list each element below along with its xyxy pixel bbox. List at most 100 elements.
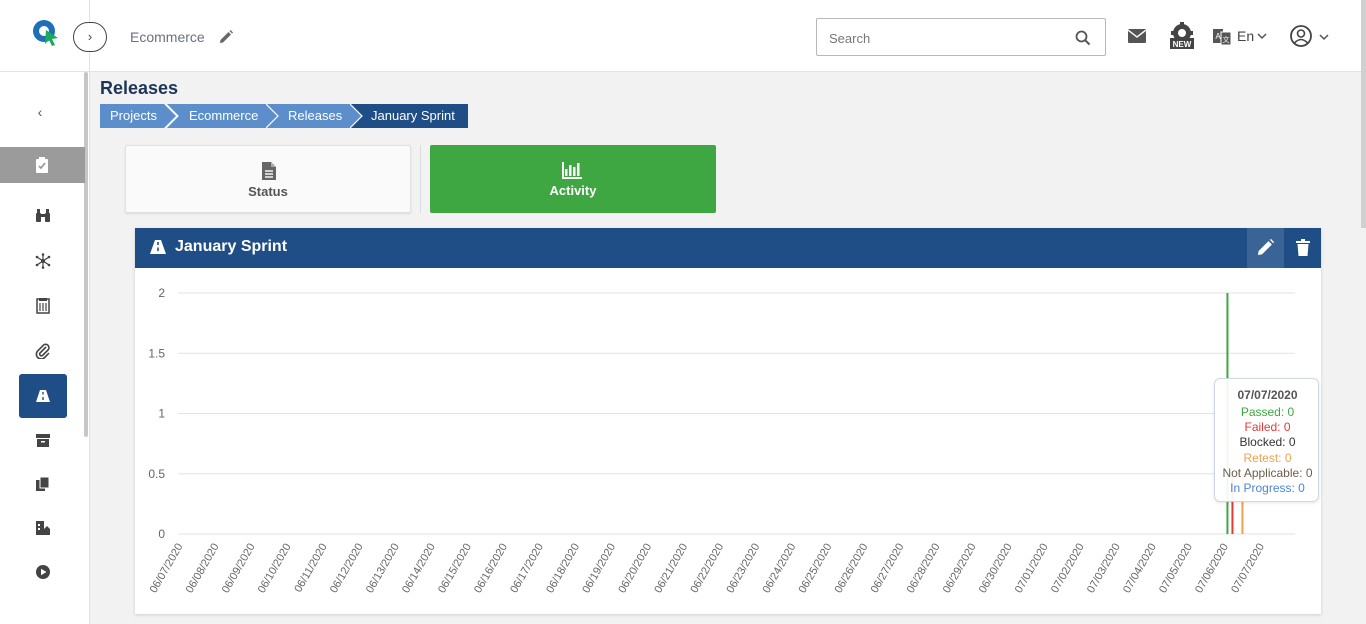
tooltip-passed: Passed: 0 <box>1240 405 1295 419</box>
x-tick-label: 06/20/2020 <box>616 542 654 596</box>
chevron-down-icon[interactable] <box>1257 32 1267 40</box>
sidebar-scrollbar[interactable] <box>84 72 88 437</box>
x-tick-label: 06/24/2020 <box>761 542 799 596</box>
play-circle-icon <box>36 565 50 579</box>
sidebar-item-explore[interactable] <box>19 196 67 236</box>
y-tick-label: 2 <box>158 286 165 300</box>
archive-box-icon <box>36 434 50 447</box>
search-box <box>816 18 1106 56</box>
panel-title: January Sprint <box>175 238 288 255</box>
document-icon <box>262 162 276 180</box>
x-tick-label: 06/21/2020 <box>652 542 690 596</box>
x-tick-label: 07/01/2020 <box>1013 542 1051 596</box>
sidebar-item-attachments[interactable] <box>19 331 67 371</box>
pencil-icon <box>1258 239 1274 255</box>
expand-sidebar-button[interactable]: › <box>73 22 107 52</box>
breadcrumb-january-sprint[interactable]: January Sprint <box>350 104 468 128</box>
user-avatar-icon[interactable] <box>1290 25 1312 47</box>
project-name: Ecommerce <box>130 29 205 45</box>
sidebar: ‹ <box>0 72 90 624</box>
x-tick-label: 06/10/2020 <box>256 542 294 596</box>
x-tick-label: 06/30/2020 <box>977 542 1015 596</box>
x-tick-label: 06/29/2020 <box>941 542 979 596</box>
sidebar-item-releases[interactable] <box>19 374 67 418</box>
translate-icon[interactable]: A 文 <box>1213 28 1231 46</box>
x-tick-label: 06/14/2020 <box>400 542 438 596</box>
delete-release-button[interactable] <box>1283 228 1321 268</box>
top-header: › Ecommerce NEW A 文 En <box>0 0 1366 72</box>
x-tick-label: 06/07/2020 <box>148 542 186 596</box>
chart-tooltip: 07/07/2020 Passed: 0 Failed: 0 Blocked: … <box>1214 378 1319 502</box>
tooltip-failed: Failed: 0 <box>1244 420 1291 434</box>
sidebar-item-archive[interactable] <box>19 420 67 460</box>
series-line-retest[interactable] <box>183 474 1265 534</box>
sidebar-item-network[interactable] <box>19 241 67 281</box>
sidebar-item-reports[interactable] <box>19 508 67 548</box>
x-tick-label: 07/04/2020 <box>1121 542 1159 596</box>
collapse-sidebar-button[interactable]: ‹ <box>30 102 50 122</box>
whats-new-gear-icon[interactable]: NEW <box>1168 22 1196 50</box>
x-tick-label: 06/28/2020 <box>905 542 943 596</box>
page-scrollbar[interactable] <box>1361 0 1366 228</box>
tab-activity-label: Activity <box>549 183 597 198</box>
search-input[interactable] <box>829 28 1069 48</box>
svg-text:NEW: NEW <box>1173 40 1192 49</box>
activity-line-chart: 0 0.5 1 1.5 2 06/07/202006/08/202006/09/2020… <box>148 286 1295 596</box>
copy-documents-icon <box>36 476 50 491</box>
tab-activity[interactable]: Activity <box>430 145 716 213</box>
breadcrumb-projects[interactable]: Projects <box>100 104 176 128</box>
sidebar-item-test-cases[interactable] <box>19 286 67 326</box>
paperclip-icon <box>35 343 50 359</box>
chart-x-ticks: 06/07/202006/08/202006/09/202006/10/2020… <box>148 542 1267 596</box>
x-tick-label: 06/18/2020 <box>544 542 582 596</box>
x-tick-label: 06/17/2020 <box>508 542 546 596</box>
tab-status-label: Status <box>248 184 288 199</box>
x-tick-label: 06/11/2020 <box>292 542 330 595</box>
x-tick-label: 06/12/2020 <box>328 542 366 596</box>
search-icon[interactable] <box>1075 30 1091 46</box>
x-tick-label: 06/25/2020 <box>797 542 835 596</box>
pencil-icon[interactable] <box>219 30 233 44</box>
x-tick-label: 06/08/2020 <box>184 542 222 596</box>
y-tick-label: 1.5 <box>148 346 165 360</box>
tooltip-date: 07/07/2020 <box>1237 388 1298 402</box>
chart-grid <box>178 292 1295 535</box>
x-tick-label: 06/15/2020 <box>436 542 474 596</box>
page-title: Releases <box>100 78 179 98</box>
mail-icon[interactable] <box>1128 29 1146 43</box>
road-icon <box>36 390 50 402</box>
svg-text:文: 文 <box>1223 35 1230 44</box>
tooltip-retest: Retest: 0 <box>1243 451 1292 465</box>
x-tick-label: 06/22/2020 <box>688 542 726 596</box>
x-tick-label: 06/26/2020 <box>833 542 871 596</box>
breadcrumb-ecommerce[interactable]: Ecommerce <box>166 104 278 128</box>
trash-icon <box>1296 239 1310 256</box>
svg-text:A: A <box>1215 32 1221 41</box>
road-icon <box>150 240 166 254</box>
y-tick-label: 0.5 <box>148 467 165 481</box>
x-tick-label: 07/02/2020 <box>1049 542 1087 596</box>
tooltip-not-applicable: Not Applicable: 0 <box>1222 466 1313 480</box>
x-tick-label: 07/07/2020 <box>1229 542 1267 596</box>
x-tick-label: 06/16/2020 <box>472 542 510 596</box>
breadcrumb-releases[interactable]: Releases <box>266 104 362 128</box>
clipboard-check-icon <box>36 157 48 173</box>
x-tick-label: 06/09/2020 <box>220 542 258 596</box>
tab-status[interactable]: Status <box>125 145 411 213</box>
sidebar-item-run[interactable] <box>19 552 67 592</box>
language-selector[interactable]: En <box>1237 28 1254 44</box>
x-tick-label: 06/13/2020 <box>364 542 402 596</box>
panel-header: January Sprint <box>135 228 1321 268</box>
sidebar-item-dashboard[interactable] <box>0 147 85 183</box>
binoculars-icon <box>36 209 50 222</box>
tooltip-blocked: Blocked: 0 <box>1239 435 1296 449</box>
chart-y-ticks: 0 0.5 1 1.5 2 <box>148 286 165 541</box>
series-line-failed[interactable] <box>183 474 1265 534</box>
chevron-down-icon[interactable] <box>1319 33 1329 41</box>
x-tick-label: 07/03/2020 <box>1085 542 1123 596</box>
sidebar-item-copies[interactable] <box>19 464 67 504</box>
tab-divider <box>420 145 421 213</box>
x-tick-label: 07/05/2020 <box>1157 542 1195 596</box>
edit-release-button[interactable] <box>1247 228 1283 268</box>
app-logo-icon[interactable] <box>32 18 60 46</box>
